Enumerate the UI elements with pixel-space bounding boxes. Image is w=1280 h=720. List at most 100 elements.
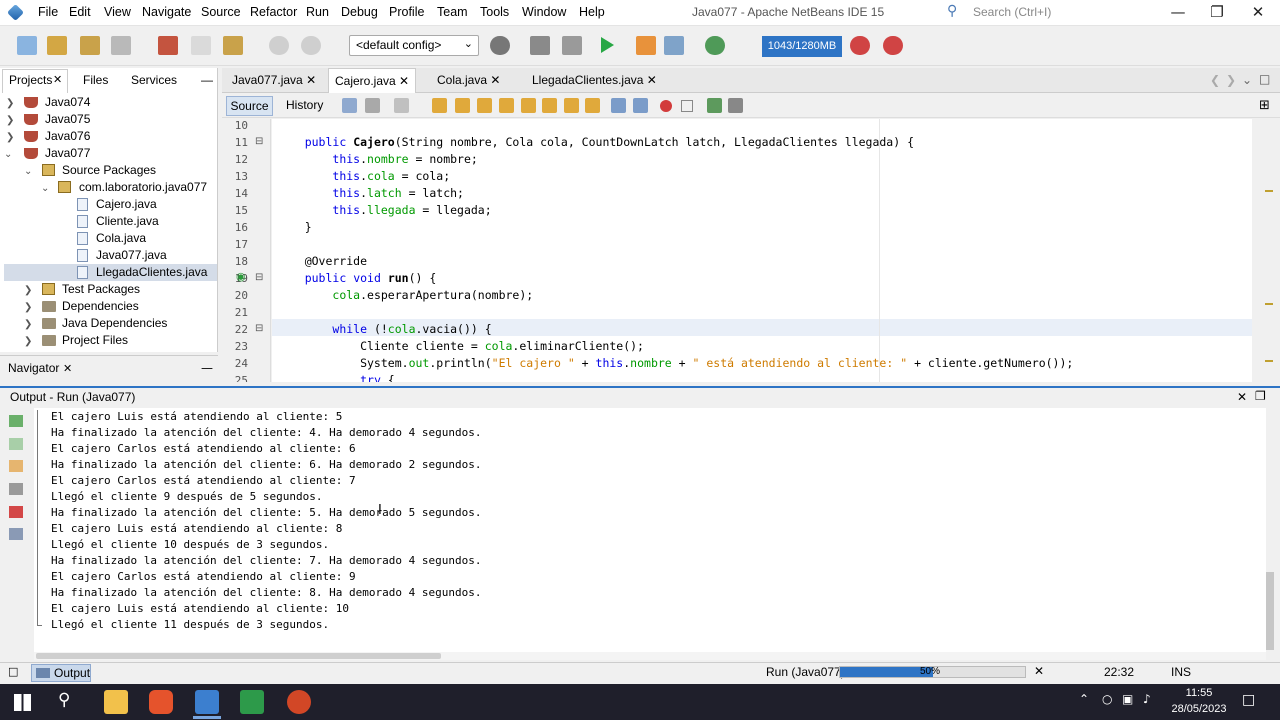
minimize-window-button[interactable]: — [1168, 3, 1188, 21]
source-view-button[interactable]: Source [226, 96, 273, 116]
fold-icon[interactable]: ⊟ [255, 272, 263, 283]
output-vertical-thumb[interactable] [1266, 572, 1274, 650]
cut-icon[interactable] [158, 36, 178, 55]
collapse-toggle-icon[interactable]: ⌄ [41, 183, 49, 194]
expand-toggle-icon[interactable]: ❯ [24, 319, 32, 330]
tree-item-java074[interactable]: Java074 [45, 94, 90, 111]
run-icon[interactable] [601, 37, 614, 53]
tab-java077[interactable]: Java077.java ✕ [226, 68, 322, 93]
gc-icon[interactable] [850, 36, 870, 55]
network-icon[interactable]: ▣ [1122, 692, 1133, 706]
file-explorer-icon[interactable] [104, 690, 128, 714]
rerun-icon[interactable] [9, 415, 23, 427]
cancel-task-icon[interactable]: ✕ [1034, 664, 1044, 678]
menu-edit[interactable]: Edit [69, 5, 91, 19]
fold-icon[interactable]: ⊟ [255, 323, 263, 334]
tab-projects[interactable]: Projects [9, 73, 52, 87]
menu-debug[interactable]: Debug [341, 5, 378, 19]
toggle-bookmark-icon[interactable] [585, 98, 600, 113]
tab-llegadaclientes[interactable]: LlegadaClientes.java ✕ [526, 68, 663, 93]
collapse-toggle-icon[interactable]: ⌄ [24, 166, 32, 177]
notepad-icon[interactable] [240, 690, 264, 714]
tray-expand-icon[interactable]: ⌃ [1079, 692, 1089, 706]
tab-cajero[interactable]: Cajero.java ✕ [328, 68, 417, 93]
tree-item-llegadaclientes[interactable]: LlegadaClientes.java [96, 264, 207, 281]
close-icon[interactable]: ✕ [63, 362, 72, 375]
tree-item-dependencies[interactable]: Dependencies [62, 298, 139, 315]
comment-icon[interactable] [707, 98, 722, 113]
menu-tools[interactable]: Tools [480, 5, 509, 19]
highlight-icon[interactable] [499, 98, 514, 113]
close-icon[interactable]: ✕ [1237, 390, 1247, 404]
tree-item-cliente[interactable]: Cliente.java [96, 213, 159, 230]
open-project-icon[interactable] [80, 36, 100, 55]
history-view-button[interactable]: History [286, 98, 323, 112]
expand-toggle-icon[interactable]: ❯ [24, 302, 32, 313]
notifications-icon[interactable]: □ [1242, 692, 1255, 708]
tree-item-test-packages[interactable]: Test Packages [62, 281, 140, 298]
find-icon[interactable] [432, 98, 447, 113]
expand-toggle-icon[interactable]: ❯ [6, 98, 14, 109]
scroll-tabs-left-icon[interactable]: ❮ [1210, 73, 1220, 87]
globe-icon[interactable] [490, 36, 510, 55]
step-icon[interactable] [9, 460, 23, 472]
save-all-icon[interactable] [111, 36, 131, 55]
clock-time[interactable]: 11:55 [1170, 687, 1228, 699]
shift-right-icon[interactable] [633, 98, 648, 113]
brave-browser-icon[interactable] [149, 690, 173, 714]
maximize-window-button[interactable]: ❐ [1207, 3, 1227, 21]
close-icon[interactable]: ✕ [53, 73, 62, 86]
volume-icon[interactable]: ♪ [1143, 692, 1151, 706]
back-icon[interactable] [365, 98, 380, 113]
tree-item-java-dependencies[interactable]: Java Dependencies [62, 315, 167, 332]
minimize-panel-icon[interactable]: — [201, 361, 213, 375]
fold-icon[interactable]: ⊟ [255, 136, 263, 147]
collapse-toggle-icon[interactable]: ⌄ [4, 149, 12, 160]
last-edit-icon[interactable] [342, 98, 357, 113]
copy-icon[interactable] [191, 36, 211, 55]
build-icon[interactable] [530, 36, 550, 55]
editor-scrollbar[interactable] [1253, 119, 1267, 382]
minimize-panel-icon[interactable]: — [201, 73, 213, 87]
attach-debugger-icon[interactable] [705, 36, 725, 55]
find-previous-icon[interactable] [455, 98, 470, 113]
maximize-editor-icon[interactable]: □ [1259, 72, 1270, 86]
tree-item-java076[interactable]: Java076 [45, 128, 90, 145]
expand-toggle-icon[interactable]: ❯ [6, 115, 14, 126]
tree-item-cajero[interactable]: Cajero.java [96, 196, 157, 213]
next-bookmark-icon[interactable] [564, 98, 579, 113]
netbeans-taskbar-icon[interactable] [195, 690, 219, 714]
tree-item-java077[interactable]: Java077 [45, 145, 90, 162]
shift-left-icon[interactable] [611, 98, 626, 113]
tree-item-source-packages[interactable]: Source Packages [62, 162, 156, 179]
menu-window[interactable]: Window [522, 5, 566, 19]
powerpoint-icon[interactable] [287, 690, 311, 714]
settings-icon[interactable] [9, 483, 23, 495]
menu-profile[interactable]: Profile [389, 5, 424, 19]
paste-icon[interactable] [223, 36, 243, 55]
new-project-icon[interactable] [47, 36, 67, 55]
tab-cola[interactable]: Cola.java ✕ [431, 68, 506, 93]
split-editor-icon[interactable]: ⊞ [1259, 98, 1270, 113]
scroll-tabs-right-icon[interactable]: ❯ [1226, 73, 1236, 87]
profile-ide-icon[interactable] [883, 36, 903, 55]
expand-toggle-icon[interactable]: ❯ [24, 285, 32, 296]
close-icon[interactable]: ✕ [647, 73, 657, 87]
tree-item-cola[interactable]: Cola.java [96, 230, 146, 247]
close-icon[interactable]: ✕ [306, 73, 316, 87]
tree-item-java075[interactable]: Java075 [45, 111, 90, 128]
find-next-icon[interactable] [477, 98, 492, 113]
expand-toggle-icon[interactable]: ❯ [24, 336, 32, 347]
close-window-button[interactable]: ✕ [1248, 3, 1268, 21]
expand-toggle-icon[interactable]: ❯ [6, 132, 14, 143]
uncomment-icon[interactable] [728, 98, 743, 113]
tree-item-java077-file[interactable]: Java077.java [96, 247, 167, 264]
windows-start-icon[interactable] [14, 694, 31, 711]
tree-item-package[interactable]: com.laboratorio.java077 [79, 179, 207, 196]
panel-restore-icon[interactable]: □ [8, 665, 18, 678]
menu-navigate[interactable]: Navigate [142, 5, 191, 19]
menu-source[interactable]: Source [201, 5, 241, 19]
profile-icon[interactable] [664, 36, 684, 55]
menu-run[interactable]: Run [306, 5, 329, 19]
menu-file[interactable]: File [38, 5, 58, 19]
